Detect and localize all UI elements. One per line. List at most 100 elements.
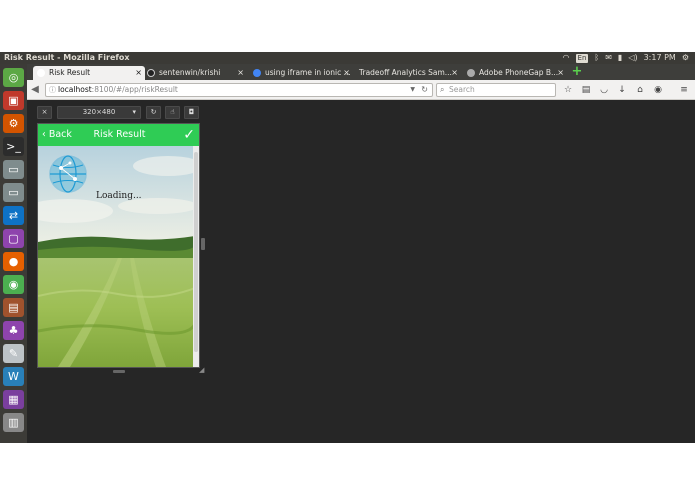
- terminal-icon[interactable]: >_: [3, 137, 24, 156]
- tab-sentenwin-krishi[interactable]: sentenwin/krishi ×: [143, 66, 247, 80]
- wifi-icon[interactable]: ◠: [563, 52, 570, 64]
- url-dropdown-icon[interactable]: ▼: [410, 84, 415, 96]
- camera-icon: ◘: [188, 108, 195, 116]
- touch-icon: ☝: [170, 108, 175, 116]
- chrome-glyph: ◉: [8, 278, 19, 291]
- close-label: ×: [41, 108, 48, 116]
- desktop-screen: Risk Result - Mozilla Firefox ◠ En ᛒ ✉ ▮…: [0, 52, 695, 443]
- viewport-width-resize-handle[interactable]: [201, 238, 205, 250]
- site-info-icon[interactable]: ⓘ: [49, 84, 56, 96]
- touch-simulation-button[interactable]: ☝: [165, 106, 180, 119]
- dash-glyph: ◎: [8, 71, 19, 84]
- impress-glyph: ▦: [8, 393, 19, 406]
- scrollbar-thumb[interactable]: [194, 152, 198, 352]
- menu-icon[interactable]: ≡: [677, 83, 691, 97]
- drive-1-glyph: ▭: [8, 163, 19, 176]
- close-tab-icon[interactable]: ×: [343, 66, 350, 79]
- tab-adobe-phonegap[interactable]: Adobe PhoneGap B... ×: [463, 66, 567, 80]
- keyboard-layout-indicator[interactable]: En: [575, 54, 589, 63]
- chrome-icon[interactable]: ◉: [3, 275, 24, 294]
- search-input[interactable]: ⌕ Search: [436, 83, 556, 97]
- scrollbar[interactable]: [193, 146, 199, 367]
- firefox-icon[interactable]: ●: [3, 252, 24, 271]
- drive-1-icon[interactable]: ▭: [3, 160, 24, 179]
- text-editor-glyph: ✎: [8, 347, 19, 360]
- vm-glyph: ▢: [8, 232, 19, 245]
- text-editor-icon[interactable]: ✎: [3, 344, 24, 363]
- writer-glyph: W: [8, 370, 19, 383]
- github-icon: [147, 69, 155, 77]
- tab-label: using iframe in ionic ...: [265, 68, 351, 77]
- tab-label: Tradeoff Analytics Sam...: [359, 68, 452, 77]
- files-icon[interactable]: ▣: [3, 91, 24, 110]
- volume-icon[interactable]: ◁): [628, 52, 637, 64]
- drive-2-glyph: ▭: [8, 186, 19, 199]
- close-tab-icon[interactable]: ×: [451, 66, 458, 79]
- download-icon[interactable]: ↓: [615, 83, 629, 97]
- back-arrow-icon[interactable]: ◀: [27, 82, 43, 98]
- trash-icon[interactable]: ▥: [3, 413, 24, 432]
- tab-tradeoff-analytics[interactable]: Tradeoff Analytics Sam... ×: [355, 66, 461, 80]
- writer-icon[interactable]: W: [3, 367, 24, 386]
- phonegap-icon: [467, 69, 475, 77]
- google-icon: [253, 69, 261, 77]
- url-bar[interactable]: ⓘ localhost:8100/#/app/riskResult ▼ ↻: [45, 83, 433, 97]
- settings-glyph: ⚙: [8, 117, 19, 130]
- trash-glyph: ▥: [8, 416, 19, 429]
- rotate-icon: ↻: [150, 108, 157, 116]
- teamviewer-icon[interactable]: ⇄: [3, 206, 24, 225]
- window-title: Risk Result - Mozilla Firefox: [4, 53, 130, 62]
- viewport-size-select[interactable]: 320×480 ▾: [57, 106, 141, 119]
- close-tab-icon[interactable]: ×: [135, 66, 142, 79]
- battery-icon[interactable]: ▮: [618, 52, 622, 64]
- mail-icon[interactable]: ✉: [605, 52, 612, 64]
- page-icon: [37, 69, 45, 77]
- pocket-icon[interactable]: ◡: [597, 83, 611, 97]
- url-host: localhost: [58, 85, 92, 94]
- games-glyph: ♣: [8, 324, 19, 337]
- app-content: Loading...: [38, 146, 195, 367]
- checkmark-icon[interactable]: ✓: [183, 124, 195, 146]
- resize-grip-icon[interactable]: ◢: [199, 366, 204, 374]
- tab-risk-result[interactable]: Risk Result ×: [33, 66, 145, 80]
- chevron-down-icon: ▾: [132, 108, 136, 116]
- reading-list-icon[interactable]: ▤: [579, 83, 593, 97]
- close-tab-icon[interactable]: ×: [237, 66, 244, 79]
- launcher: ◎ ▣ ⚙ >_ ▭ ▭ ⇄ ▢ ● ◉ ▤ ♣ ✎ W ▦ ▥: [0, 64, 27, 443]
- tab-strip: Risk Result × sentenwin/krishi × using i…: [27, 64, 695, 80]
- search-placeholder: Search: [449, 85, 475, 94]
- bluetooth-icon[interactable]: ᛒ: [594, 52, 599, 64]
- search-icon: ⌕: [440, 85, 445, 94]
- dash-icon[interactable]: ◎: [3, 68, 24, 87]
- app-header: ‹ Back Risk Result ✓: [38, 124, 199, 146]
- tab-iframe-ionic[interactable]: using iframe in ionic ... ×: [249, 66, 353, 80]
- globe-logo-icon: [49, 155, 87, 193]
- screenshot-button[interactable]: ◘: [184, 106, 199, 119]
- drive-2-icon[interactable]: ▭: [3, 183, 24, 202]
- impress-icon[interactable]: ▦: [3, 390, 24, 409]
- viewport-height-resize-handle[interactable]: [113, 370, 125, 373]
- bookmark-star-icon[interactable]: ☆: [561, 83, 575, 97]
- system-tray: ◠ En ᛒ ✉ ▮ ◁) 3:17 PM ⚙: [563, 52, 689, 64]
- home-icon[interactable]: ⌂: [633, 83, 647, 97]
- chat-icon[interactable]: ◉: [651, 83, 665, 97]
- archive-icon[interactable]: ▤: [3, 298, 24, 317]
- games-icon[interactable]: ♣: [3, 321, 24, 340]
- clock[interactable]: 3:17 PM: [644, 52, 676, 64]
- files-glyph: ▣: [8, 94, 19, 107]
- new-tab-button[interactable]: +: [571, 65, 583, 78]
- power-icon[interactable]: ⚙: [682, 52, 689, 64]
- close-tab-icon[interactable]: ×: [557, 66, 564, 79]
- tab-label: sentenwin/krishi: [159, 68, 221, 77]
- viewport-size-label: 320×480: [82, 108, 116, 116]
- navigation-bar: ◀ ⓘ localhost:8100/#/app/riskResult ▼ ↻ …: [27, 80, 695, 100]
- rotate-button[interactable]: ↻: [146, 106, 161, 119]
- archive-glyph: ▤: [8, 301, 19, 314]
- responsive-toolbar: × 320×480 ▾ ↻ ☝ ◘: [37, 106, 200, 120]
- firefox-glyph: ●: [8, 255, 19, 268]
- tab-label: Adobe PhoneGap B...: [479, 68, 559, 77]
- settings-icon[interactable]: ⚙: [3, 114, 24, 133]
- vm-icon[interactable]: ▢: [3, 229, 24, 248]
- reload-icon[interactable]: ↻: [421, 84, 428, 96]
- close-responsive-button[interactable]: ×: [37, 106, 52, 119]
